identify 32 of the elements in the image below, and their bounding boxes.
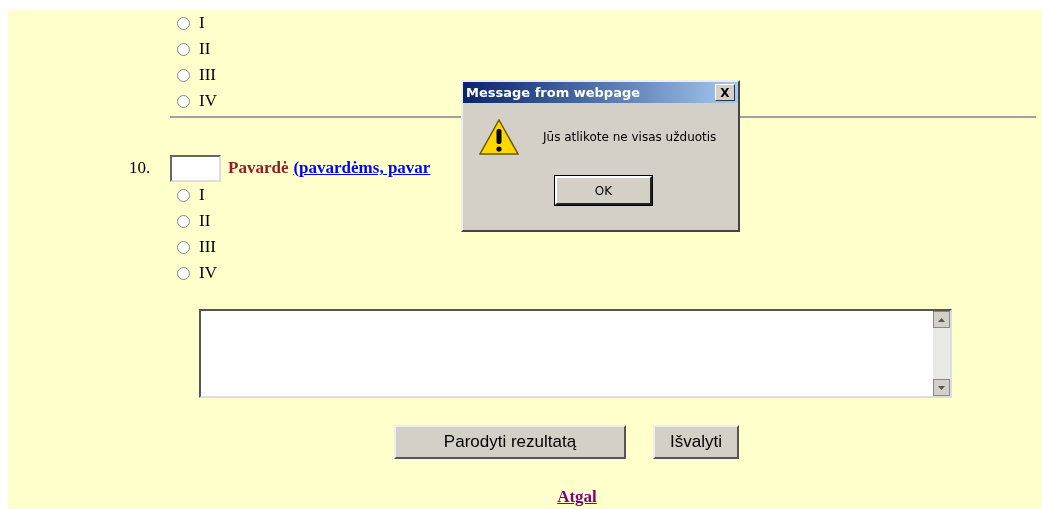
option-label: II	[199, 38, 211, 61]
radio-button[interactable]	[177, 94, 190, 108]
back-link[interactable]: Atgal	[557, 484, 597, 509]
option-label: III	[199, 236, 216, 259]
hint-link[interactable]: (pavardėms, pavar	[293, 155, 431, 181]
dialog-message: Jūs atlikote ne visas užduotis	[543, 129, 717, 146]
question-number: 10.	[129, 157, 152, 180]
radio-button[interactable]	[177, 42, 190, 56]
close-button[interactable]: X	[715, 84, 735, 101]
form-button[interactable]: Parodyti rezultatą	[394, 425, 626, 459]
radio-button[interactable]	[177, 214, 190, 228]
option-label: I	[199, 12, 205, 35]
question-label: Pavardė	[228, 157, 289, 180]
scroll-down-icon[interactable]	[933, 379, 950, 396]
option-label: IV	[199, 90, 217, 113]
radio-button[interactable]	[177, 240, 190, 254]
ok-button[interactable]: OK	[555, 176, 652, 205]
form-button[interactable]: Išvalyti	[653, 425, 739, 459]
scroll-up-icon[interactable]	[933, 311, 950, 328]
option-label: II	[199, 210, 211, 233]
radio-button[interactable]	[177, 188, 190, 202]
answer-field[interactable]	[170, 154, 221, 182]
option-label: III	[199, 64, 216, 87]
option-label: IV	[199, 262, 217, 285]
radio-button[interactable]	[177, 68, 190, 82]
option-label: I	[199, 184, 205, 207]
result-textarea[interactable]	[199, 309, 952, 398]
scrollbar[interactable]	[933, 311, 950, 396]
warning-icon	[479, 119, 519, 155]
radio-button[interactable]	[177, 16, 190, 30]
radio-button[interactable]	[177, 266, 190, 280]
dialog-title: Message from webpage	[466, 83, 641, 102]
